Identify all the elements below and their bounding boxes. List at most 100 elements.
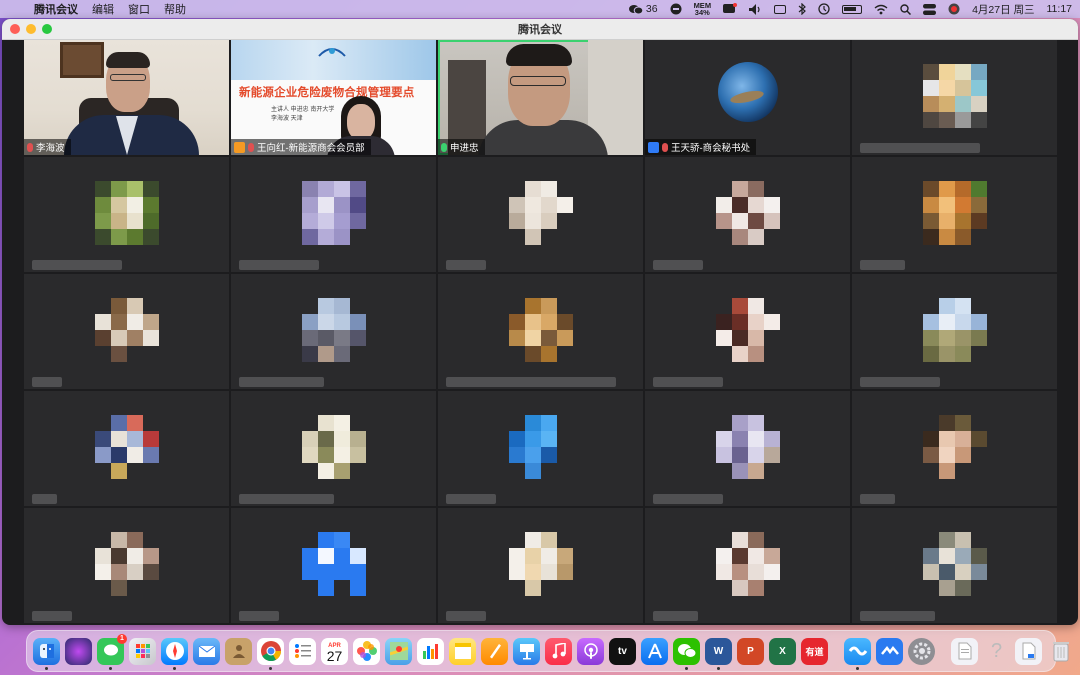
wechat-status[interactable]: 36 [628,3,658,15]
bluetooth-icon[interactable] [798,3,806,15]
video-tile[interactable] [231,157,436,272]
safari-icon[interactable] [161,637,188,670]
word-label: W [713,645,724,657]
avatar-pixel [350,314,366,330]
avatar-pixel [318,330,334,346]
video-tile[interactable] [231,391,436,506]
wifi-icon[interactable] [874,4,888,15]
search-icon[interactable] [900,3,912,15]
video-tile-participant-1[interactable]: 李海波 [24,40,229,155]
avatar-pixel [971,447,987,463]
avatar-pixel [764,564,780,580]
menu-date[interactable]: 4月27日 周三 [972,2,1034,17]
video-tile[interactable] [438,508,643,623]
notes-icon[interactable] [449,637,476,665]
video-tile[interactable] [24,508,229,623]
excel-icon[interactable]: X [769,637,796,665]
maps-icon[interactable] [385,637,412,665]
chrome-icon[interactable] [257,637,284,670]
memory-meter[interactable]: MEM 34% [694,2,712,17]
avatar-pixel [748,564,764,580]
video-tile[interactable] [852,157,1057,272]
mail-icon[interactable] [193,637,220,665]
contacts-icon[interactable] [225,637,252,665]
sync-icon[interactable] [818,3,830,15]
video-tile[interactable] [852,391,1057,506]
avatar-pixel [143,564,159,580]
notification-icon[interactable] [723,3,738,15]
video-tile[interactable] [645,391,850,506]
video-tile[interactable] [645,508,850,623]
video-tile[interactable] [24,391,229,506]
window-titlebar[interactable]: 腾讯会议 [2,19,1078,40]
gear-icon [913,642,930,660]
video-tile[interactable] [852,508,1057,623]
siri-icon[interactable] [948,3,960,15]
video-tile-participant-5[interactable] [852,40,1057,155]
trash-icon[interactable] [1047,638,1074,665]
avatar-pixel [350,298,366,314]
powerpoint-icon[interactable]: P [737,637,764,665]
avatar-pixel [127,431,143,447]
video-tile-participant-4[interactable]: 王天骄-商会秘书处 [645,40,850,155]
video-tile[interactable] [24,274,229,389]
help-icon[interactable]: ? [983,638,1010,665]
close-button[interactable] [10,24,20,34]
reminders-icon[interactable] [289,637,316,665]
numbers-icon[interactable] [417,637,444,665]
video-tile[interactable] [231,508,436,623]
keyboard-icon[interactable] [774,4,787,14]
keynote-icon[interactable] [513,637,540,665]
volume-icon[interactable] [749,3,762,15]
video-tile[interactable] [438,391,643,506]
photos-icon[interactable] [353,637,380,665]
menu-help[interactable]: 帮助 [164,1,186,17]
video-tile[interactable] [645,274,850,389]
youdao-dictionary-icon[interactable]: 有道 [801,637,828,665]
launchpad-icon[interactable] [129,637,156,665]
video-tile-active-speaker[interactable]: 申进忠 [438,40,643,155]
messages-icon[interactable]: 1 [97,633,127,670]
avatar [302,181,366,245]
youdao-label: 有道 [805,646,824,657]
video-tile[interactable] [645,157,850,272]
menu-edit[interactable]: 编辑 [92,1,114,17]
meeting-status-icon[interactable] [670,3,682,15]
video-tile[interactable] [438,157,643,272]
document-icon[interactable] [951,637,978,665]
wechat-icon[interactable] [673,637,700,670]
music-icon[interactable] [545,637,572,665]
battery-icon[interactable] [842,4,863,14]
video-tile[interactable] [852,274,1057,389]
avatar-pixel [764,346,780,362]
tencent-meeting-icon[interactable] [844,637,871,670]
video-tile[interactable] [438,274,643,389]
tencent-meeting-window-icon[interactable] [876,637,903,665]
video-tile[interactable] [24,157,229,272]
control-center-icon[interactable] [923,3,937,15]
avatar-pixel [318,213,334,229]
video-tile[interactable] [231,274,436,389]
menu-time[interactable]: 11:17 [1047,3,1073,15]
avatar-pixel [302,532,318,548]
system-preferences-icon[interactable] [908,637,935,665]
avatar-pixel [143,463,159,479]
calendar-icon[interactable]: APR 27 [321,637,348,665]
avatar-pixel [302,197,318,213]
menu-window[interactable]: 窗口 [128,1,150,17]
fullscreen-button[interactable] [42,24,52,34]
pages-icon[interactable] [481,637,508,665]
speech-bubble-icon [103,644,118,656]
downloads-document-icon[interactable] [1015,637,1042,665]
minimize-button[interactable] [26,24,36,34]
podcasts-icon[interactable] [577,637,604,665]
finder-icon[interactable] [33,637,60,670]
apple-tv-icon[interactable]: tv [609,637,636,665]
avatar-pixel [939,415,955,431]
word-icon[interactable]: W [705,637,732,670]
video-tile-participant-2[interactable]: 新能源企业危险废物合规管理要点 主讲人 申进忠 南开大学 李海波 天津 王向红-… [231,40,436,155]
menu-app-name[interactable]: 腾讯会议 [34,1,78,17]
siri-icon[interactable] [65,637,92,665]
app-store-icon[interactable] [641,637,668,665]
avatar-pixel [732,314,748,330]
